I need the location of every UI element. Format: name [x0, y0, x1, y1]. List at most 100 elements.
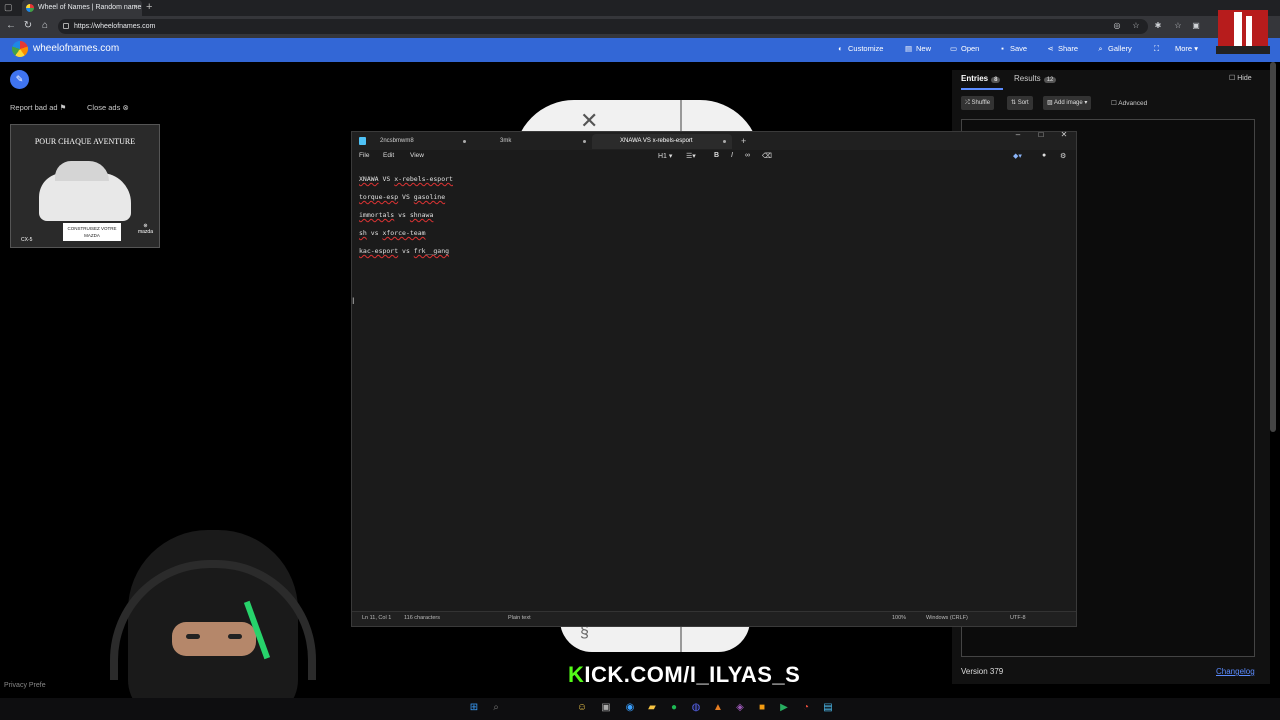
encoding[interactable]: UTF-8 [1010, 615, 1026, 621]
tab-entries[interactable]: Entries 8 [961, 74, 1001, 83]
collections-icon[interactable]: ▣ [1191, 21, 1201, 31]
advertisement[interactable]: POUR CHAQUE AVENTURE CONSTRUISEZ VOTRE M… [10, 124, 160, 248]
text-line: XNAWA VS x-rebels-esport [359, 175, 453, 183]
search-icon[interactable]: ⌕ [489, 701, 503, 715]
notepad-editor[interactable] [352, 166, 1076, 610]
messenger-icon[interactable]: ◈ [733, 701, 747, 715]
file-icon: ▤ [904, 44, 913, 53]
chrome-icon[interactable]: ◔ [799, 701, 813, 715]
save-button[interactable]: ▪ Save [998, 43, 1027, 55]
new-button[interactable]: ▤ New [904, 43, 931, 55]
folder-icon: ▭ [949, 44, 958, 53]
more-button[interactable]: More ▾ [1175, 43, 1198, 55]
task-view-icon[interactable]: ▣ [599, 701, 613, 715]
notepad-tab[interactable]: 2ncsbmwm8 [352, 134, 472, 149]
tab-results[interactable]: Results 12 [1014, 74, 1057, 83]
ad-cta-button[interactable]: CONSTRUISEZ VOTRE MAZDA [63, 223, 121, 241]
url-text: https://wheelofnames.com [74, 23, 156, 30]
text-line: immortals vs shnawa [359, 211, 434, 219]
back-icon[interactable]: ← [4, 19, 18, 33]
discord-icon[interactable]: ◍ [689, 701, 703, 715]
text-cursor-icon: I [352, 296, 355, 306]
customize-button[interactable]: ◐ Customize [836, 43, 883, 55]
car-image [39, 161, 131, 221]
address-bar[interactable]: https://wheelofnames.com [58, 19, 1148, 34]
notepad-new-tab-button[interactable]: + [741, 134, 746, 149]
minimize-icon[interactable]: – [1011, 130, 1025, 139]
bold-icon[interactable]: B [714, 152, 719, 159]
reader-icon[interactable]: ◎ [1112, 21, 1122, 31]
home-icon[interactable]: ⌂ [38, 19, 52, 33]
close-tab-icon[interactable]: × [134, 0, 138, 16]
page-scrollbar[interactable] [1270, 62, 1276, 432]
browser-tab[interactable]: Wheel of Names | Random name × [22, 0, 142, 16]
terminal-icon[interactable]: ▶ [777, 701, 791, 715]
emoji-app-icon[interactable]: ☺ [575, 701, 589, 715]
maximize-icon[interactable]: □ [1034, 130, 1048, 139]
chevron-down-icon: ▾ [1194, 44, 1198, 53]
site-name[interactable]: wheelofnames.com [33, 43, 119, 55]
open-button[interactable]: ▭ Open [949, 43, 979, 55]
format-indicator[interactable]: Plain text [508, 615, 531, 621]
edit-pencil-button[interactable]: ✎ [10, 70, 29, 89]
line-ending[interactable]: Windows (CRLF) [926, 615, 968, 621]
notepad-taskbar-icon[interactable]: ▤ [821, 701, 835, 715]
browser-tab-strip [0, 0, 1280, 16]
notepad-tab-active[interactable]: XNAWA VS x-rebels-esport [592, 134, 732, 149]
menu-view[interactable]: View [410, 152, 424, 159]
palette-icon: ◐ [838, 44, 843, 53]
changelog-link[interactable]: Changelog [1216, 667, 1255, 676]
text-line: kac-esport vs frk__gang [359, 247, 450, 255]
taskbar [0, 698, 1280, 720]
account-icon[interactable]: ● [1042, 152, 1046, 159]
app-icon[interactable]: ▲ [711, 701, 725, 715]
shuffle-icon: ⤮ [965, 100, 970, 106]
advanced-checkbox[interactable]: ☐ Advanced [1111, 99, 1147, 107]
gallery-button[interactable]: ⌕ Gallery [1096, 43, 1131, 55]
fullscreen-button[interactable]: ⛶ [1152, 43, 1164, 55]
ad-headline: POUR CHAQUE AVENTURE [34, 137, 136, 146]
new-tab-button[interactable]: + [146, 0, 158, 16]
version-label: Version 379 [961, 667, 1004, 676]
app-icon[interactable]: ■ [755, 701, 769, 715]
notepad-tab[interactable]: 3mk [472, 134, 592, 149]
copilot-icon[interactable]: ◆▾ [1013, 152, 1022, 160]
wheel-logo-icon[interactable] [12, 41, 28, 57]
sort-button[interactable]: ⇅ Sort [1007, 96, 1033, 110]
browser-tab-title: Wheel of Names | Random name [38, 4, 142, 11]
streamer-face [172, 622, 256, 656]
zoom-level[interactable]: 100% [892, 615, 906, 621]
close-icon: ⊗ [122, 103, 129, 112]
tab-actions-icon[interactable]: ▢ [4, 2, 16, 14]
streamer-logo-icon [1216, 10, 1270, 54]
text-line: sh vs xforce-team [359, 229, 426, 237]
favorites-icon[interactable]: ☆ [1173, 21, 1183, 31]
list-icon[interactable]: ☰▾ [686, 152, 696, 160]
shuffle-button[interactable]: ⤮ Shuffle [961, 96, 995, 110]
add-image-button[interactable]: ▨ Add image ▾ [1043, 96, 1092, 110]
results-count-badge: 12 [1043, 77, 1057, 83]
favorite-star-icon[interactable]: ☆ [1131, 21, 1141, 31]
report-ad-link[interactable]: Report bad ad ⚑ [10, 103, 66, 112]
heading-dropdown[interactable]: H1 ▾ [658, 152, 672, 160]
close-ads-link[interactable]: Close ads ⊗ [87, 103, 129, 112]
lock-icon [63, 23, 69, 29]
clear-format-icon[interactable]: ⌫ [762, 152, 772, 160]
file-explorer-icon[interactable]: ▰ [645, 701, 659, 715]
menu-edit[interactable]: Edit [383, 152, 394, 159]
share-button[interactable]: ⋖ Share [1046, 43, 1078, 55]
cursor-position: Ln 11, Col 1 [362, 615, 392, 621]
flag-icon: ⚑ [59, 103, 67, 112]
extensions-icon[interactable]: ✱ [1153, 21, 1163, 31]
privacy-link[interactable]: Privacy Prefe [4, 682, 46, 689]
reload-icon[interactable]: ↻ [21, 19, 35, 33]
start-icon[interactable]: ⊞ [467, 701, 481, 715]
italic-icon[interactable]: I [731, 152, 733, 159]
close-window-icon[interactable]: ✕ [1057, 130, 1071, 139]
edge-icon[interactable]: ◉ [623, 701, 637, 715]
link-icon[interactable]: ∞ [745, 152, 750, 159]
hide-checkbox[interactable]: ☐ Hide [1229, 74, 1252, 82]
menu-file[interactable]: File [359, 152, 369, 159]
settings-gear-icon[interactable]: ⚙ [1060, 152, 1066, 160]
spotify-icon[interactable]: ● [667, 701, 681, 715]
